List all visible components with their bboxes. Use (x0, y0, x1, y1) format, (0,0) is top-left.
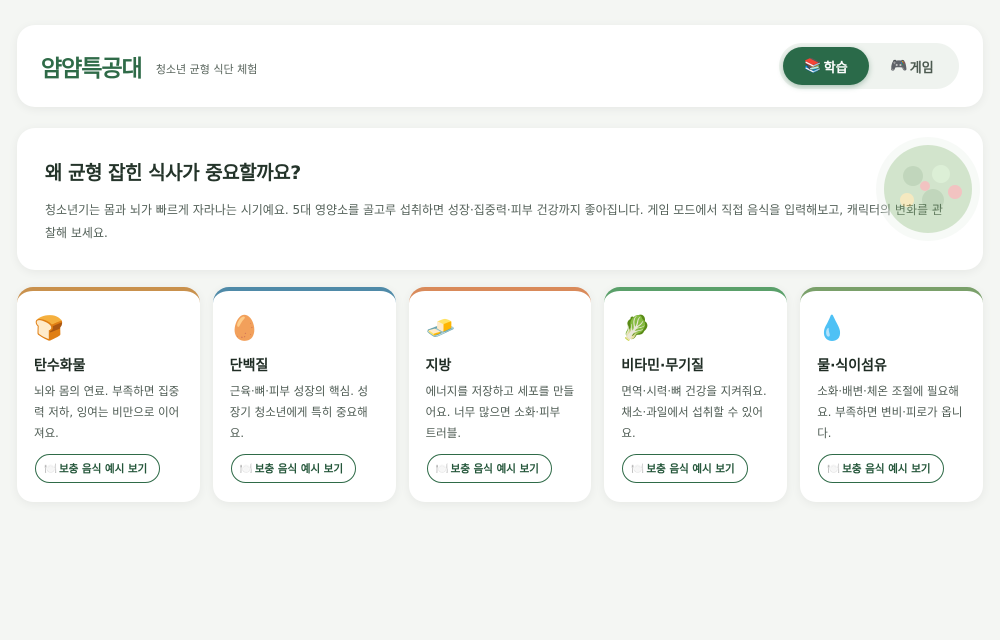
intro-panel: 왜 균형 잡힌 식사가 중요할까요? 청소년기는 몸과 뇌가 빠르게 자라나는 … (17, 128, 983, 270)
food-example-button[interactable]: 🍽️ 보충 음식 예시 보기 (35, 454, 161, 483)
app-subtitle: 청소년 균형 식단 체험 (155, 63, 258, 76)
app-header: 얌얌특공대 청소년 균형 식단 체험 📚 학습 🎮 게임 (17, 25, 983, 107)
nutrient-description: 에너지를 저장하고 세포를 만들어요. 너무 많으면 소화·피부 트러블. (425, 384, 575, 440)
app-logo[interactable]: 얌얌특공대 (41, 49, 143, 83)
nutrient-card-fat: 🧈 지방 에너지를 저장하고 세포를 만들어요. 너무 많으면 소화·피부 트러… (408, 287, 592, 502)
food-example-label: 보충 음식 예시 보기 (646, 463, 735, 475)
intro-description: 청소년기는 몸과 뇌가 빠르게 자라나는 시기예요. 5대 영양소를 골고루 섭… (45, 203, 943, 240)
mode-switch: 📚 학습 🎮 게임 (779, 43, 959, 89)
salad-bowl-icon (876, 137, 980, 241)
learn-mode-button[interactable]: 📚 학습 (783, 47, 869, 85)
food-example-label: 보충 음식 예시 보기 (59, 463, 148, 475)
nutrient-title: 물·식이섬유 (817, 358, 887, 374)
nutrient-cards: 🍞 탄수화물 뇌와 몸의 연료. 부족하면 집중력 저하, 잉여는 비만으로 이… (17, 287, 983, 502)
plate-icon: 🍽️ (435, 463, 449, 475)
game-mode-button[interactable]: 🎮 게임 (869, 47, 955, 85)
water-drop-icon: 💧 (817, 314, 848, 342)
nutrient-title: 단백질 (229, 358, 269, 374)
food-example-button[interactable]: 🍽️ 보충 음식 예시 보기 (426, 454, 552, 483)
bread-icon: 🍞 (34, 314, 64, 342)
nutrient-card-carbohydrate: 🍞 탄수화물 뇌와 몸의 연료. 부족하면 집중력 저하, 잉여는 비만으로 이… (17, 287, 200, 502)
food-example-button[interactable]: 🍽️ 보충 음식 예시 보기 (818, 454, 944, 483)
books-icon: 📚 (804, 58, 822, 74)
egg-icon: 🥚 (229, 314, 260, 342)
plate-icon: 🍽️ (827, 463, 841, 475)
leafy-greens-icon: 🥬 (621, 314, 652, 342)
nutrient-description: 뇌와 몸의 연료. 부족하면 집중력 저하, 잉여는 비만으로 이어져요. (34, 384, 180, 440)
nutrient-card-protein: 🥚 단백질 근육·뼈·피부 성장의 핵심. 성장기 청소년에게 특히 중요해요.… (212, 287, 396, 502)
gamepad-icon: 🎮 (890, 58, 908, 74)
nutrient-card-vitamin-mineral: 🥬 비타민·무기질 면역·시력·뼈 건강을 지켜줘요. 채소·과일에서 섭취할 … (604, 287, 788, 502)
nutrient-title: 비타민·무기질 (621, 358, 704, 374)
nutrient-description: 근육·뼈·피부 성장의 핵심. 성장기 청소년에게 특히 중요해요. (229, 384, 369, 440)
food-example-label: 보충 음식 예시 보기 (450, 463, 539, 475)
food-example-label: 보충 음식 예시 보기 (254, 463, 344, 475)
nutrient-title: 지방 (425, 358, 452, 374)
intro-title: 왜 균형 잡힌 식사가 중요할까요? (45, 162, 301, 184)
nutrient-description: 소화·배변·체온 조절에 필요해요. 부족하면 변비·피로가 옵니다. (817, 384, 963, 440)
butter-icon: 🧈 (425, 314, 456, 342)
plate-icon: 🍽️ (631, 463, 645, 475)
nutrient-card-water-fiber: 💧 물·식이섬유 소화·배변·체온 조절에 필요해요. 부족하면 변비·피로가 … (800, 287, 983, 502)
nutrient-description: 면역·시력·뼈 건강을 지켜줘요. 채소·과일에서 섭취할 수 있어요. (621, 384, 767, 440)
plate-icon: 🍽️ (44, 463, 58, 475)
food-example-label: 보충 음식 예시 보기 (842, 463, 931, 475)
game-mode-label: 게임 (909, 60, 934, 76)
food-example-button[interactable]: 🍽️ 보충 음식 예시 보기 (230, 454, 357, 483)
learn-mode-label: 학습 (823, 60, 848, 76)
plate-icon: 🍽️ (239, 463, 253, 475)
nutrient-title: 탄수화물 (34, 358, 86, 374)
food-example-button[interactable]: 🍽️ 보충 음식 예시 보기 (622, 454, 748, 483)
